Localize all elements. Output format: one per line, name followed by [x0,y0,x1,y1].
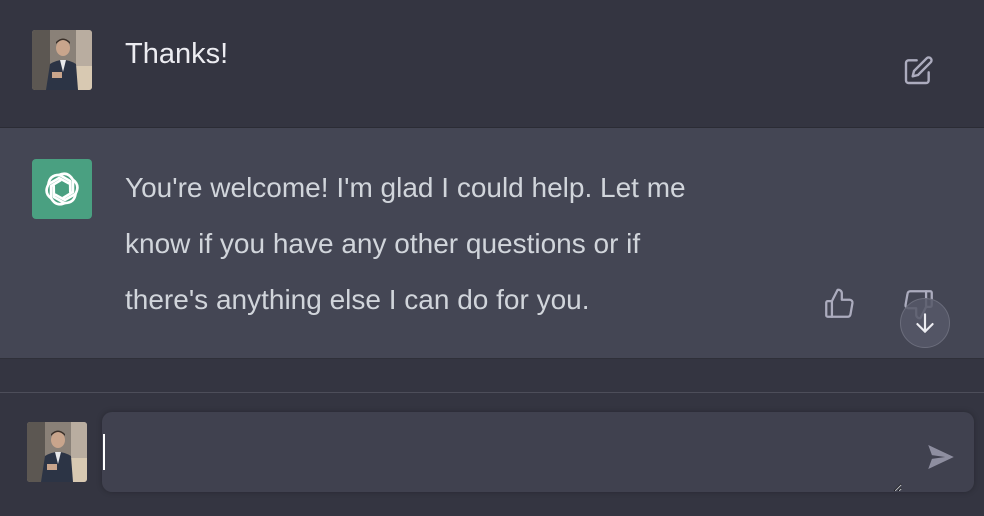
assistant-message-line: there's anything else I can do for you. [125,284,590,315]
scroll-to-bottom-button[interactable] [900,298,950,348]
text-caret [103,434,105,470]
send-icon [928,444,954,470]
assistant-message-line: know if you have any other questions or … [125,228,641,259]
conversation-bottom-spacer [0,359,984,393]
composer-user-avatar [27,422,87,482]
user-avatar [32,30,92,90]
assistant-message-text: You're welcome! I'm glad I could help. L… [125,160,815,328]
thumbs-up-icon[interactable] [822,287,856,321]
message-composer [102,412,974,492]
openai-logo-icon [32,159,92,219]
message-input[interactable] [102,412,902,492]
user-message-text: Thanks! [125,38,229,70]
arrow-down-icon [916,313,934,333]
assistant-message-line: You're welcome! I'm glad I could help. L… [125,172,686,203]
send-button[interactable] [924,440,958,474]
edit-icon[interactable] [902,55,934,87]
chat-page: Thanks! You're welcome! I'm glad I could… [0,0,984,516]
